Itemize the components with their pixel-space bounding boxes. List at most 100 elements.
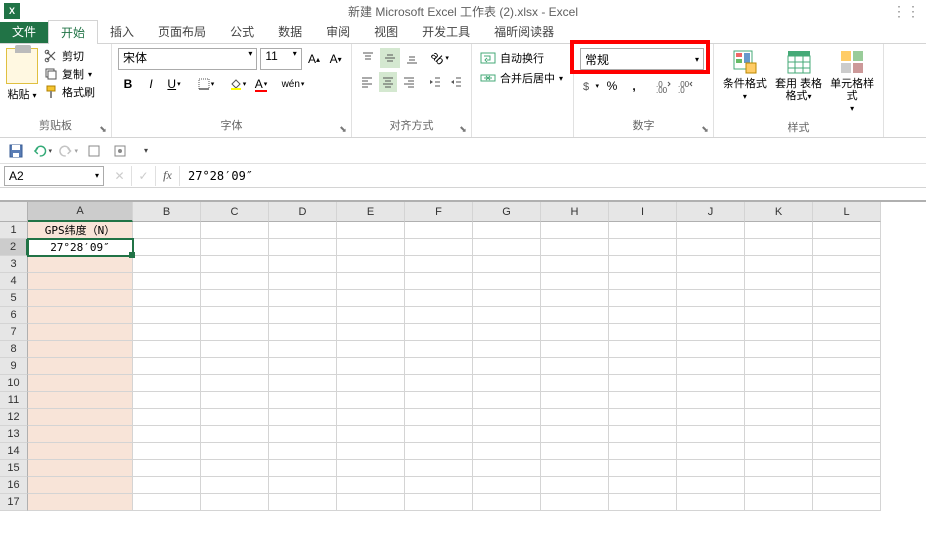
accounting-format-button[interactable]: $▾ bbox=[580, 76, 600, 96]
cell-B4[interactable] bbox=[133, 273, 201, 290]
cell-K3[interactable] bbox=[745, 256, 813, 273]
cell-L17[interactable] bbox=[813, 494, 881, 511]
select-all-corner[interactable] bbox=[0, 202, 28, 222]
cell-J3[interactable] bbox=[677, 256, 745, 273]
row-header-2[interactable]: 2 bbox=[0, 239, 28, 256]
cell-B8[interactable] bbox=[133, 341, 201, 358]
cell-L14[interactable] bbox=[813, 443, 881, 460]
cell-L4[interactable] bbox=[813, 273, 881, 290]
cell-H16[interactable] bbox=[541, 477, 609, 494]
comma-button[interactable]: , bbox=[624, 76, 644, 96]
cell-G4[interactable] bbox=[473, 273, 541, 290]
decrease-font-button[interactable]: A▾ bbox=[326, 49, 345, 69]
cell-A9[interactable] bbox=[28, 358, 133, 375]
cell-I16[interactable] bbox=[609, 477, 677, 494]
cell-H6[interactable] bbox=[541, 307, 609, 324]
cell-L7[interactable] bbox=[813, 324, 881, 341]
cell-A8[interactable] bbox=[28, 341, 133, 358]
cell-H14[interactable] bbox=[541, 443, 609, 460]
cell-A3[interactable] bbox=[28, 256, 133, 273]
cell-C11[interactable] bbox=[201, 392, 269, 409]
cell-K12[interactable] bbox=[745, 409, 813, 426]
tab-foxit[interactable]: 福昕阅读器 bbox=[482, 20, 566, 43]
cell-B10[interactable] bbox=[133, 375, 201, 392]
cell-J6[interactable] bbox=[677, 307, 745, 324]
cell-C5[interactable] bbox=[201, 290, 269, 307]
cell-B16[interactable] bbox=[133, 477, 201, 494]
cell-F10[interactable] bbox=[405, 375, 473, 392]
cell-J17[interactable] bbox=[677, 494, 745, 511]
tab-developer[interactable]: 开发工具 bbox=[410, 20, 482, 43]
tab-view[interactable]: 视图 bbox=[362, 20, 410, 43]
cell-G13[interactable] bbox=[473, 426, 541, 443]
align-center-button[interactable] bbox=[379, 72, 398, 92]
redo-button[interactable]: ▾ bbox=[58, 141, 78, 161]
cell-J10[interactable] bbox=[677, 375, 745, 392]
cell-D13[interactable] bbox=[269, 426, 337, 443]
tab-review[interactable]: 审阅 bbox=[314, 20, 362, 43]
cell-G9[interactable] bbox=[473, 358, 541, 375]
col-header-G[interactable]: G bbox=[473, 202, 541, 222]
row-header-13[interactable]: 13 bbox=[0, 426, 28, 443]
cell-G1[interactable] bbox=[473, 222, 541, 239]
increase-indent-button[interactable] bbox=[446, 72, 465, 92]
qat-customize[interactable]: ▾ bbox=[136, 141, 156, 161]
insert-function-button[interactable]: fx bbox=[156, 166, 180, 186]
cell-B14[interactable] bbox=[133, 443, 201, 460]
cell-L10[interactable] bbox=[813, 375, 881, 392]
cell-H1[interactable] bbox=[541, 222, 609, 239]
save-button[interactable] bbox=[6, 141, 26, 161]
cell-B9[interactable] bbox=[133, 358, 201, 375]
cell-E5[interactable] bbox=[337, 290, 405, 307]
cell-H9[interactable] bbox=[541, 358, 609, 375]
row-header-11[interactable]: 11 bbox=[0, 392, 28, 409]
cell-A2[interactable]: 27°28′09″ bbox=[28, 239, 133, 256]
cell-D6[interactable] bbox=[269, 307, 337, 324]
cell-G2[interactable] bbox=[473, 239, 541, 256]
cell-F11[interactable] bbox=[405, 392, 473, 409]
cell-I3[interactable] bbox=[609, 256, 677, 273]
cell-C10[interactable] bbox=[201, 375, 269, 392]
cell-E13[interactable] bbox=[337, 426, 405, 443]
cell-E1[interactable] bbox=[337, 222, 405, 239]
cell-E14[interactable] bbox=[337, 443, 405, 460]
cell-L16[interactable] bbox=[813, 477, 881, 494]
cell-J11[interactable] bbox=[677, 392, 745, 409]
cell-J12[interactable] bbox=[677, 409, 745, 426]
cell-L6[interactable] bbox=[813, 307, 881, 324]
cell-H10[interactable] bbox=[541, 375, 609, 392]
percent-button[interactable]: % bbox=[602, 76, 622, 96]
orientation-button[interactable]: ab▾ bbox=[430, 48, 450, 68]
cell-I13[interactable] bbox=[609, 426, 677, 443]
tab-formulas[interactable]: 公式 bbox=[218, 20, 266, 43]
cell-G15[interactable] bbox=[473, 460, 541, 477]
cell-B1[interactable] bbox=[133, 222, 201, 239]
row-header-9[interactable]: 9 bbox=[0, 358, 28, 375]
cell-G17[interactable] bbox=[473, 494, 541, 511]
cell-K14[interactable] bbox=[745, 443, 813, 460]
cut-button[interactable]: 剪切 bbox=[44, 48, 95, 64]
increase-decimal-button[interactable]: .0.00 bbox=[654, 76, 674, 96]
cell-G8[interactable] bbox=[473, 341, 541, 358]
cell-C1[interactable] bbox=[201, 222, 269, 239]
cell-K10[interactable] bbox=[745, 375, 813, 392]
cell-B6[interactable] bbox=[133, 307, 201, 324]
decrease-indent-button[interactable] bbox=[426, 72, 445, 92]
cell-E3[interactable] bbox=[337, 256, 405, 273]
cell-F4[interactable] bbox=[405, 273, 473, 290]
cell-B12[interactable] bbox=[133, 409, 201, 426]
cell-D1[interactable] bbox=[269, 222, 337, 239]
cell-I5[interactable] bbox=[609, 290, 677, 307]
row-header-4[interactable]: 4 bbox=[0, 273, 28, 290]
cell-L15[interactable] bbox=[813, 460, 881, 477]
cell-D17[interactable] bbox=[269, 494, 337, 511]
cell-I14[interactable] bbox=[609, 443, 677, 460]
cell-A12[interactable] bbox=[28, 409, 133, 426]
row-header-7[interactable]: 7 bbox=[0, 324, 28, 341]
bold-button[interactable]: B bbox=[118, 74, 138, 94]
cell-F12[interactable] bbox=[405, 409, 473, 426]
cell-K13[interactable] bbox=[745, 426, 813, 443]
number-format-select[interactable]: 常规 ▾ bbox=[580, 48, 704, 70]
cell-F8[interactable] bbox=[405, 341, 473, 358]
cell-C13[interactable] bbox=[201, 426, 269, 443]
